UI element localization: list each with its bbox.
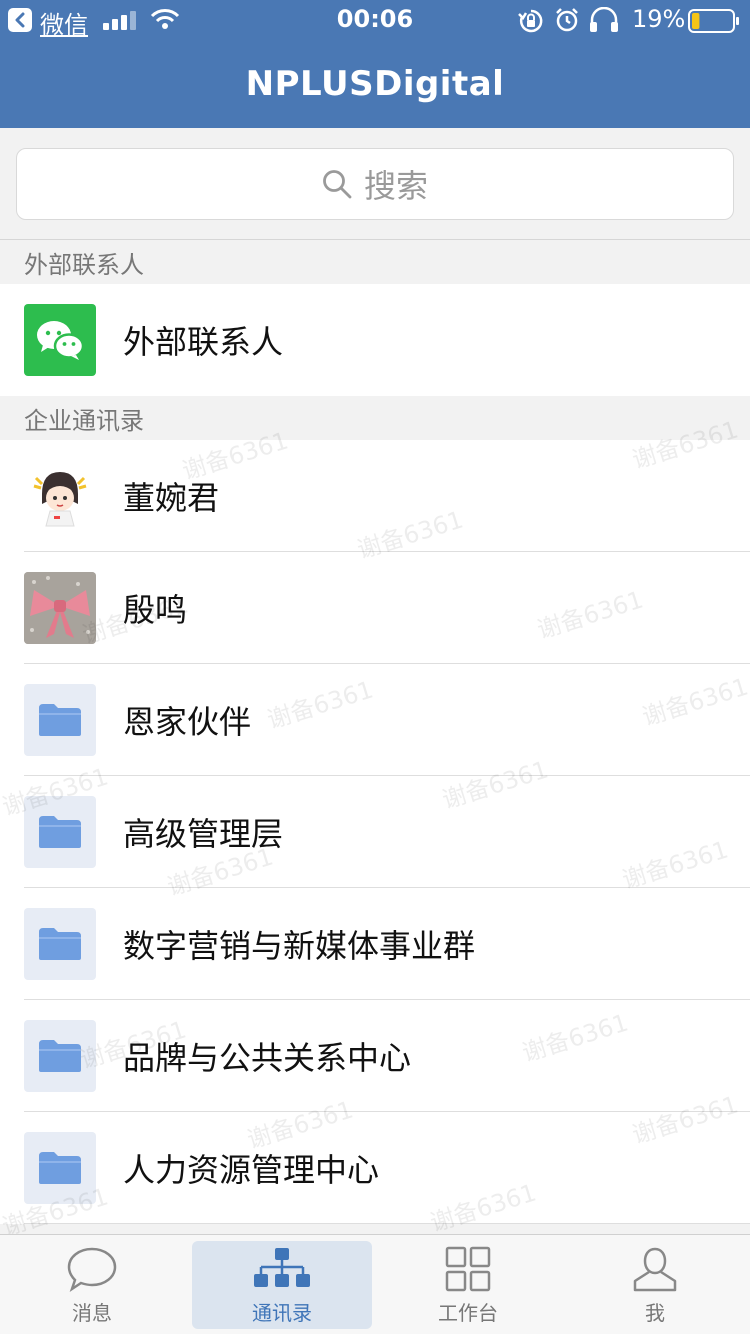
tab-messages[interactable]: 消息 (2, 1241, 182, 1329)
list-item-contact[interactable]: 殷鸣 (0, 552, 750, 664)
list-item-external-contacts[interactable]: 外部联系人 (0, 284, 750, 396)
search-area: 搜索 (0, 128, 750, 239)
folder-icon (24, 796, 96, 868)
tab-workbench[interactable]: 工作台 (378, 1241, 558, 1329)
search-placeholder: 搜索 (363, 167, 428, 205)
wechat-icon (24, 304, 96, 376)
signal-icon (103, 10, 139, 34)
back-app-label[interactable]: 微信 (40, 5, 88, 40)
person-icon (631, 1241, 679, 1297)
bow-avatar (24, 572, 96, 644)
nav-header: NPLUSDigital (0, 40, 750, 128)
section-header-external: 外部联系人 (0, 240, 750, 284)
folder-icon (24, 908, 96, 980)
cartoon-avatar (24, 460, 96, 532)
tab-label: 消息 (72, 1301, 112, 1325)
wifi-icon (150, 8, 180, 34)
tab-me[interactable]: 我 (565, 1241, 745, 1329)
search-icon (323, 170, 352, 199)
list-item-label: 董婉君 (123, 479, 220, 517)
section-header-directory: 企业通讯录 (0, 396, 750, 440)
rotation-lock-icon (518, 8, 544, 38)
battery-icon (688, 9, 740, 37)
search-input[interactable]: 搜索 (16, 148, 734, 220)
section-title: 企业通讯录 (24, 406, 144, 435)
folder-icon (24, 684, 96, 756)
section-title: 外部联系人 (24, 250, 144, 279)
status-bar: 微信 00:06 19% (0, 0, 750, 40)
folder-icon (24, 1132, 96, 1204)
tab-label: 工作台 (438, 1301, 498, 1325)
list-item-label: 恩家伙伴 (123, 703, 252, 741)
tab-label: 通讯录 (252, 1301, 312, 1325)
grid-icon (445, 1241, 491, 1297)
list-item-label: 品牌与公共关系中心 (123, 1039, 412, 1077)
tab-label: 我 (645, 1301, 665, 1325)
tab-contacts[interactable]: 通讯录 (192, 1241, 372, 1329)
headphone-icon (588, 6, 620, 37)
list-item-contact[interactable]: 董婉君 (0, 440, 750, 552)
chat-bubble-icon (66, 1241, 118, 1297)
list-item-label: 高级管理层 (123, 815, 284, 853)
list-item-department[interactable]: 恩家伙伴 (0, 664, 750, 776)
page-title: NPLUSDigital (245, 64, 505, 104)
battery-percent: 19% (632, 5, 686, 33)
tab-bar: 消息 通讯录 工作台 我 (0, 1234, 750, 1334)
folder-icon (24, 1020, 96, 1092)
list-item-label: 外部联系人 (123, 323, 284, 361)
list-item-department[interactable]: 高级管理层 (0, 776, 750, 888)
list-item-label: 人力资源管理中心 (123, 1151, 380, 1189)
list-item-label: 殷鸣 (123, 591, 188, 629)
divider (24, 1223, 750, 1224)
list-item-department[interactable]: 人力资源管理中心 (0, 1112, 750, 1224)
list-item-department[interactable]: 数字营销与新媒体事业群 (0, 888, 750, 1000)
back-icon[interactable] (8, 8, 32, 32)
list-item-department[interactable]: 品牌与公共关系中心 (0, 1000, 750, 1112)
list-item-label: 数字营销与新媒体事业群 (123, 927, 476, 965)
org-chart-icon (253, 1241, 311, 1297)
alarm-icon (554, 7, 580, 37)
